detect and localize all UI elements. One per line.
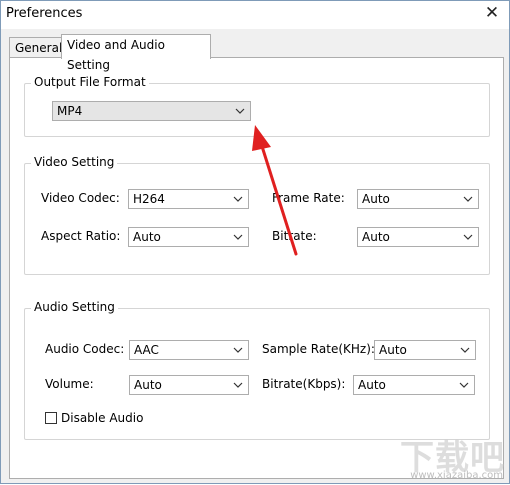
watermark-url: www.xiazaiba.com — [410, 470, 503, 481]
close-icon[interactable]: ✕ — [483, 3, 501, 23]
audio-bitrate-label: Bitrate(Kbps): — [262, 377, 346, 391]
video-bitrate-select[interactable]: Auto — [357, 227, 479, 247]
chevron-down-icon — [232, 229, 244, 248]
volume-value: Auto — [134, 378, 162, 392]
output-format-title: Output File Format — [31, 75, 149, 89]
aspect-ratio-value: Auto — [133, 230, 161, 244]
video-bitrate-value: Auto — [362, 230, 390, 244]
frame-rate-value: Auto — [362, 192, 390, 206]
video-codec-label: Video Codec: — [41, 191, 120, 205]
chevron-down-icon — [232, 342, 244, 361]
title-bar: Preferences ✕ — [1, 1, 509, 29]
sample-rate-label: Sample Rate(KHz): — [262, 342, 375, 356]
audio-setting-title: Audio Setting — [31, 300, 118, 314]
disable-audio-checkbox[interactable] — [45, 412, 57, 424]
audio-bitrate-value: Auto — [358, 378, 386, 392]
tab-general[interactable]: General — [9, 37, 62, 58]
chevron-down-icon — [459, 342, 471, 361]
audio-bitrate-select[interactable]: Auto — [353, 375, 475, 395]
chevron-down-icon — [458, 377, 470, 396]
chevron-down-icon — [462, 191, 474, 210]
sample-rate-value: Auto — [379, 343, 407, 357]
video-codec-value: H264 — [133, 192, 165, 206]
tab-video-audio-setting[interactable]: Video and Audio Setting — [61, 34, 211, 72]
window-title: Preferences — [6, 6, 83, 21]
chevron-down-icon — [234, 103, 246, 122]
output-format-group: Output File Format MP4 — [24, 75, 490, 137]
volume-select[interactable]: Auto — [129, 375, 249, 395]
aspect-ratio-label: Aspect Ratio: — [41, 229, 121, 243]
video-setting-group: Video Setting Video Codec: H264 Frame Ra… — [24, 155, 490, 275]
video-setting-title: Video Setting — [31, 155, 118, 169]
video-bitrate-label: Bitrate: — [272, 229, 317, 243]
chevron-down-icon — [462, 229, 474, 248]
aspect-ratio-select[interactable]: Auto — [128, 227, 249, 247]
chevron-down-icon — [232, 377, 244, 396]
chevron-down-icon — [232, 191, 244, 210]
audio-codec-select[interactable]: AAC — [129, 340, 249, 360]
frame-rate-label: Frame Rate: — [272, 191, 345, 205]
disable-audio-label: Disable Audio — [61, 411, 144, 425]
audio-codec-label: Audio Codec: — [45, 342, 125, 356]
watermark: 下载吧 www.xiazaiba.com — [400, 430, 505, 481]
audio-setting-group: Audio Setting Audio Codec: AAC Sample Ra… — [24, 300, 490, 440]
sample-rate-select[interactable]: Auto — [374, 340, 476, 360]
volume-label: Volume: — [45, 377, 94, 391]
audio-codec-value: AAC — [134, 343, 159, 357]
frame-rate-select[interactable]: Auto — [357, 189, 479, 209]
video-codec-select[interactable]: H264 — [128, 189, 249, 209]
preferences-window: Preferences ✕ General Video and Audio Se… — [0, 0, 510, 484]
tab-panel: Output File Format MP4 Video Setting Vid… — [9, 57, 504, 479]
output-format-value: MP4 — [57, 104, 83, 118]
output-format-select[interactable]: MP4 — [52, 101, 251, 121]
